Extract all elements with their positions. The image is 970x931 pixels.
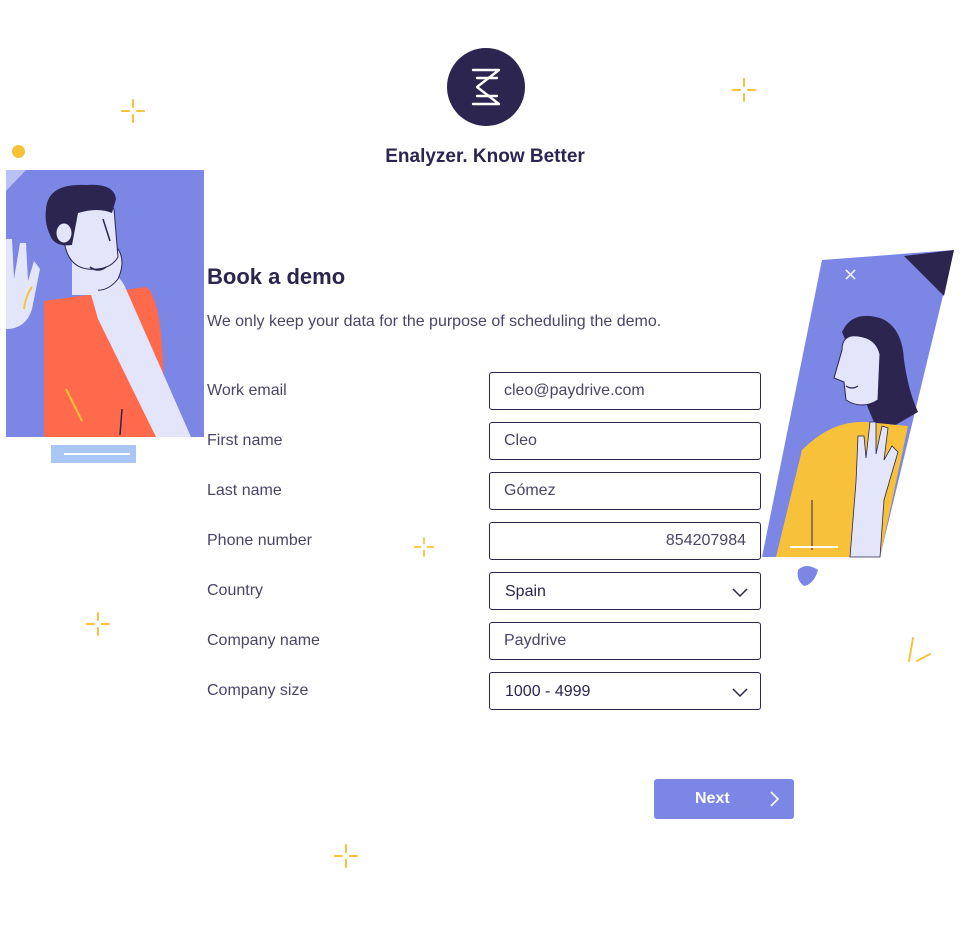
company-name-field-box	[489, 622, 761, 660]
company-size-row: Company size 1000 - 4999	[207, 672, 763, 712]
country-select-value: Spain	[505, 583, 546, 600]
last-name-field[interactable]	[490, 473, 760, 509]
woman-illustration	[762, 250, 954, 586]
first-name-label: First name	[207, 432, 283, 449]
phone-number-row: Phone number	[207, 522, 763, 562]
chevron-down-icon	[732, 588, 748, 598]
country-select[interactable]: Spain	[489, 572, 761, 610]
country-label: Country	[207, 582, 264, 599]
phone-number-field-box	[489, 522, 761, 560]
company-size-select[interactable]: 1000 - 4999	[489, 672, 761, 710]
company-size-label: Company size	[207, 682, 309, 699]
sparkle-icon	[86, 612, 110, 636]
company-name-label: Company name	[207, 632, 320, 649]
sparkle-icon	[732, 78, 756, 102]
sparkle-icon	[121, 99, 145, 123]
company-name-field[interactable]	[490, 623, 760, 659]
man-illustration	[6, 170, 204, 463]
country-row: Country Spain	[207, 572, 763, 612]
work-email-field[interactable]	[490, 373, 760, 409]
phone-number-label: Phone number	[207, 532, 312, 549]
company-name-row: Company name	[207, 622, 763, 662]
last-name-label: Last name	[207, 482, 282, 499]
last-name-row: Last name	[207, 472, 763, 512]
phone-number-field[interactable]	[490, 523, 760, 559]
work-email-row: Work email	[207, 372, 763, 412]
work-email-label: Work email	[207, 382, 287, 399]
company-size-select-value: 1000 - 4999	[505, 683, 591, 700]
last-name-field-box	[489, 472, 761, 510]
first-name-field-box	[489, 422, 761, 460]
first-name-field[interactable]	[490, 423, 760, 459]
page-title: Book a demo	[207, 264, 346, 289]
first-name-row: First name	[207, 422, 763, 462]
brand-tagline: Enalyzer. Know Better	[385, 146, 585, 167]
enalyzer-logo-icon	[447, 48, 525, 126]
chevron-right-icon	[770, 791, 780, 807]
spark-lines-icon	[908, 637, 931, 662]
next-button-label: Next	[695, 790, 730, 807]
work-email-field-box	[489, 372, 761, 410]
next-button[interactable]: Next	[654, 779, 794, 819]
form-subtitle: We only keep your data for the purpose o…	[207, 313, 662, 330]
sparkle-icon	[334, 844, 358, 868]
chevron-down-icon	[732, 688, 748, 698]
